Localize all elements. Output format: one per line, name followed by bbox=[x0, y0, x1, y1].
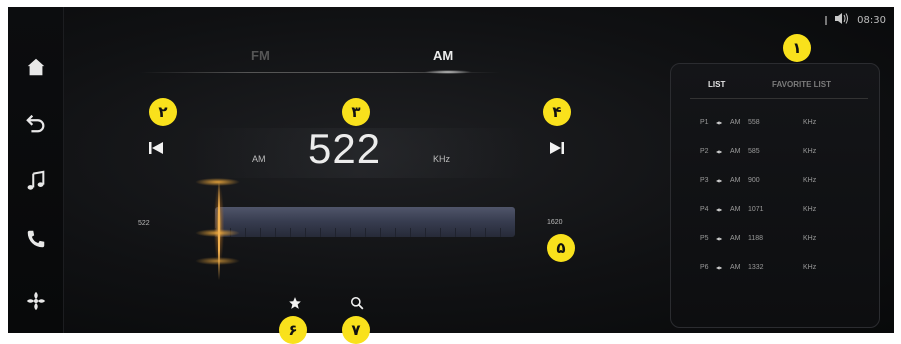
callout-5: ۵ bbox=[547, 234, 575, 262]
arrow-icon: ◀▶ bbox=[716, 206, 723, 212]
preset-frequency: 1188 bbox=[748, 234, 764, 242]
preset-number: P3 bbox=[700, 176, 709, 184]
preset-band: AM bbox=[730, 234, 741, 242]
arrow-icon: ◀▶ bbox=[716, 177, 723, 183]
preset-number: P4 bbox=[700, 205, 709, 213]
next-station-button[interactable] bbox=[547, 140, 567, 156]
tab-list[interactable]: LIST bbox=[708, 80, 725, 89]
band-label: AM bbox=[252, 154, 266, 164]
clock: 08:30 bbox=[857, 14, 886, 26]
tab-active-indicator bbox=[424, 70, 472, 74]
arrow-icon: ◀▶ bbox=[716, 235, 723, 241]
preset-band: AM bbox=[730, 205, 741, 213]
preset-row[interactable]: P5 ◀▶ AM 1188 KHz bbox=[700, 232, 860, 244]
arrow-icon: ◀▶ bbox=[716, 119, 723, 125]
tab-favorite-list[interactable]: FAVORITE LIST bbox=[772, 80, 831, 89]
preset-unit: KHz bbox=[803, 205, 817, 213]
preset-unit: KHz bbox=[803, 147, 817, 155]
station-list-panel bbox=[670, 63, 880, 328]
preset-frequency: 558 bbox=[748, 118, 760, 126]
signal-icon bbox=[825, 15, 828, 25]
status-bar: 08:30 bbox=[825, 13, 886, 27]
preset-number: P2 bbox=[700, 147, 709, 155]
home-icon[interactable] bbox=[22, 53, 50, 81]
tab-am[interactable]: AM bbox=[433, 48, 453, 63]
scale-min-label: 522 bbox=[138, 220, 150, 227]
preset-number: P1 bbox=[700, 118, 709, 126]
preset-frequency: 1332 bbox=[748, 263, 764, 271]
tuning-needle[interactable] bbox=[218, 180, 220, 280]
arrow-icon: ◀▶ bbox=[716, 148, 723, 154]
phone-icon[interactable] bbox=[22, 225, 50, 253]
preset-unit: KHz bbox=[803, 263, 817, 271]
tab-fm[interactable]: FM bbox=[251, 48, 270, 63]
preset-row[interactable]: P2 ◀▶ AM 585 KHz bbox=[700, 145, 860, 157]
preset-band: AM bbox=[730, 263, 741, 271]
callout-2: ۲ bbox=[149, 98, 177, 126]
preset-frequency: 900 bbox=[748, 176, 760, 184]
music-icon[interactable] bbox=[22, 167, 50, 195]
preset-row[interactable]: P3 ◀▶ AM 900 KHz bbox=[700, 174, 860, 186]
preset-band: AM bbox=[730, 176, 741, 184]
favorite-star-button[interactable] bbox=[286, 294, 304, 312]
scale-ticks bbox=[215, 228, 515, 237]
back-icon[interactable] bbox=[22, 109, 50, 137]
preset-band: AM bbox=[730, 118, 741, 126]
preset-frequency: 585 bbox=[748, 147, 760, 155]
previous-station-button[interactable] bbox=[146, 140, 166, 156]
sidebar bbox=[8, 7, 64, 333]
list-divider bbox=[690, 98, 868, 99]
callout-1: ۱ bbox=[783, 34, 811, 62]
frequency-unit: KHz bbox=[433, 154, 451, 164]
preset-number: P5 bbox=[700, 234, 709, 242]
fan-icon[interactable] bbox=[22, 287, 50, 315]
preset-unit: KHz bbox=[803, 176, 817, 184]
preset-row[interactable]: P6 ◀▶ AM 1332 KHz bbox=[700, 261, 860, 273]
preset-row[interactable]: P4 ◀▶ AM 1071 KHz bbox=[700, 203, 860, 215]
callout-3: ۳ bbox=[342, 98, 370, 126]
frequency-display: 522 bbox=[308, 125, 382, 172]
callout-4: ۴ bbox=[543, 98, 571, 126]
preset-number: P6 bbox=[700, 263, 709, 271]
preset-frequency: 1071 bbox=[748, 205, 764, 213]
search-button[interactable] bbox=[348, 294, 366, 312]
volume-icon[interactable] bbox=[835, 13, 849, 27]
arrow-icon: ◀▶ bbox=[716, 264, 723, 270]
scale-max-label: 1620 bbox=[547, 219, 563, 226]
preset-unit: KHz bbox=[803, 234, 817, 242]
preset-band: AM bbox=[730, 147, 741, 155]
preset-unit: KHz bbox=[803, 118, 817, 126]
preset-row[interactable]: P1 ◀▶ AM 558 KHz bbox=[700, 116, 860, 128]
